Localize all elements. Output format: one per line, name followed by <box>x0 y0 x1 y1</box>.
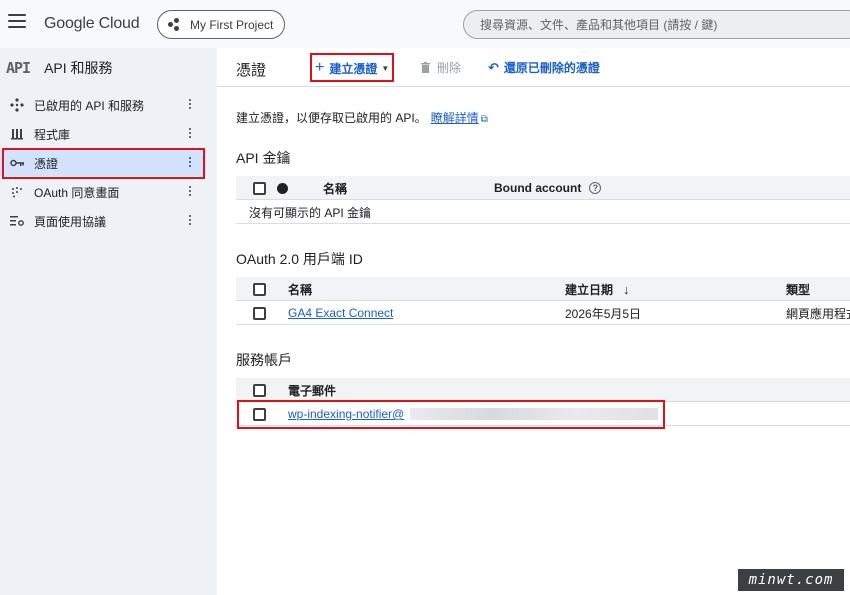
learn-more-link[interactable]: 瞭解詳情 <box>431 111 479 125</box>
create-credentials-button[interactable]: + 建立憑證 ▼ <box>315 59 389 77</box>
select-all-checkbox[interactable] <box>253 283 266 296</box>
delete-button[interactable]: 刪除 <box>421 59 461 76</box>
project-selector[interactable]: My First Project <box>157 10 285 39</box>
sidebar-item-credentials[interactable]: 憑證 <box>0 150 206 176</box>
more-vert-icon[interactable] <box>189 99 192 111</box>
top-bar: Google Cloud My First Project 搜尋資源、文件、產品… <box>0 0 850 48</box>
trash-icon <box>421 62 430 73</box>
description-text: 建立憑證，以便存取已啟用的 API。 <box>236 111 427 125</box>
watermark: minwt.com <box>738 569 844 591</box>
column-header-creation-date[interactable]: 建立日期 ↓ <box>565 277 630 301</box>
help-icon[interactable]: ? <box>589 182 602 194</box>
restore-deleted-credentials-button[interactable]: ↶ 還原已刪除的憑證 <box>488 59 600 76</box>
add-icon: + <box>315 59 325 76</box>
search-input[interactable]: 搜尋資源、文件、產品和其他項目 (請按 / 鍵) <box>463 10 850 39</box>
page-description: 建立憑證，以便存取已啟用的 API。 瞭解詳情 ⧉ <box>236 109 488 126</box>
sidebar-item-oauth-consent[interactable]: OAuth 同意畫面 <box>0 179 206 205</box>
row-checkbox[interactable] <box>253 307 266 320</box>
open-in-new-icon: ⧉ <box>480 114 488 125</box>
sidebar-item-label: 已啟用的 API 和服務 <box>34 98 145 113</box>
table-row: GA4 Exact Connect 2026年5月5日 網頁應用程式 <box>236 301 850 325</box>
table-row: wp-indexing-notifier@ <box>236 402 850 426</box>
api-keys-title: API 金鑰 <box>236 150 291 166</box>
column-header-name[interactable]: 名稱 <box>323 176 347 200</box>
create-credentials-label: 建立憑證 <box>329 61 378 76</box>
main-content: 憑證 + 建立憑證 ▼ 刪除 ↶ 還原已刪除的憑證 建立憑證，以便存取已啟用的 … <box>217 48 850 595</box>
action-bar: 憑證 + 建立憑證 ▼ 刪除 ↶ 還原已刪除的憑證 <box>217 48 850 87</box>
api-keys-table-header: 名稱 Bound account ? <box>236 176 850 200</box>
settings-list-icon <box>10 214 24 228</box>
row-checkbox[interactable] <box>253 408 266 421</box>
library-icon <box>10 127 24 141</box>
sidebar: API API 和服務 已啟用的 API 和服務 程式庫 憑證 OAuth 同意… <box>0 48 216 595</box>
key-icon <box>10 156 24 170</box>
page-title: 憑證 <box>236 62 267 79</box>
sidebar-item-enabled-apis[interactable]: 已啟用的 API 和服務 <box>0 92 206 118</box>
column-header-label: 建立日期 <box>565 282 614 297</box>
status-icon <box>277 183 288 194</box>
project-name: My First Project <box>190 17 274 32</box>
service-accounts-title: 服務帳戶 <box>236 352 292 368</box>
column-header-name[interactable]: 名稱 <box>288 277 312 301</box>
oauth-client-name-link[interactable]: GA4 Exact Connect <box>288 301 393 325</box>
sidebar-item-label: 憑證 <box>34 156 59 171</box>
sidebar-title: API 和服務 <box>44 60 113 76</box>
column-header-email[interactable]: 電子郵件 <box>288 378 336 402</box>
service-account-email-link[interactable]: wp-indexing-notifier@ <box>288 402 404 426</box>
redacted-email-bar <box>410 408 658 420</box>
api-keys-empty-row: 沒有可顯示的 API 金鑰 <box>236 200 850 224</box>
api-logo-icon: API <box>6 59 31 77</box>
menu-icon[interactable] <box>8 14 26 30</box>
sidebar-item-label: 程式庫 <box>34 127 71 142</box>
delete-label: 刪除 <box>437 61 462 75</box>
oauth-table-header: 名稱 建立日期 ↓ 類型 <box>236 277 850 301</box>
sidebar-item-page-usage-agreements[interactable]: 頁面使用協議 <box>0 208 206 234</box>
more-vert-icon[interactable] <box>189 128 192 140</box>
more-vert-icon[interactable] <box>189 186 192 198</box>
empty-state-text: 沒有可顯示的 API 金鑰 <box>249 205 372 220</box>
oauth-icon <box>10 185 24 199</box>
search-placeholder: 搜尋資源、文件、產品和其他項目 (請按 / 鍵) <box>480 18 718 32</box>
column-header-type[interactable]: 類型 <box>786 277 810 301</box>
column-header-bound-account[interactable]: Bound account ? <box>494 176 602 200</box>
dropdown-arrow-icon: ▼ <box>381 63 390 73</box>
service-accounts-table-header: 電子郵件 <box>236 378 850 402</box>
project-icon <box>168 17 182 32</box>
apis-icon <box>10 98 24 112</box>
google-cloud-logo[interactable]: Google Cloud <box>44 15 140 33</box>
sidebar-item-library[interactable]: 程式庫 <box>0 121 206 147</box>
oauth-clients-title: OAuth 2.0 用戶端 ID <box>236 251 363 267</box>
creation-date: 2026年5月5日 <box>565 306 642 321</box>
sidebar-item-label: 頁面使用協議 <box>34 214 107 229</box>
select-all-checkbox[interactable] <box>253 384 266 397</box>
sort-arrow-down-icon: ↓ <box>623 281 630 297</box>
sidebar-item-label: OAuth 同意畫面 <box>34 185 120 200</box>
more-vert-icon[interactable] <box>189 157 192 169</box>
column-header-label: Bound account <box>494 181 582 195</box>
restore-label: 還原已刪除的憑證 <box>503 61 600 75</box>
client-type: 網頁應用程式 <box>786 306 850 321</box>
select-all-checkbox[interactable] <box>253 182 266 195</box>
more-vert-icon[interactable] <box>189 215 192 227</box>
undo-icon: ↶ <box>488 59 499 75</box>
sidebar-header: API API 和服務 <box>6 58 113 78</box>
